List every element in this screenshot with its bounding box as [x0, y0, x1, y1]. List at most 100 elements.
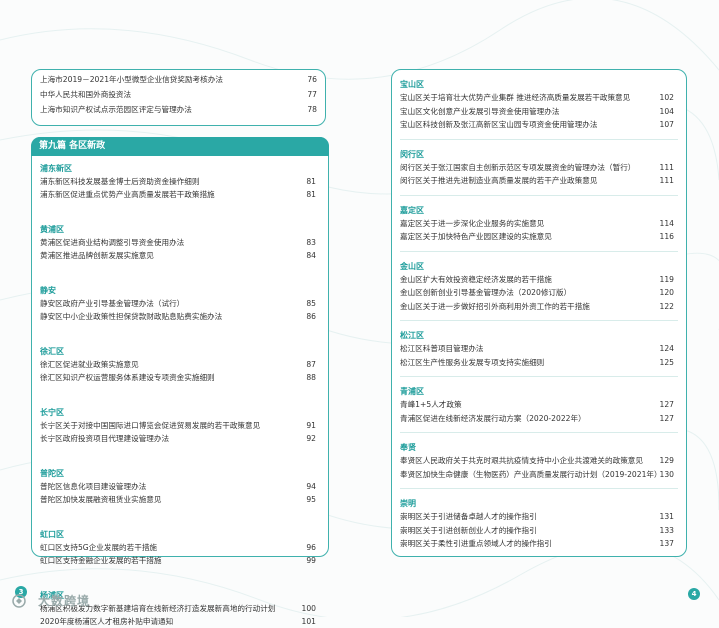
toc-entry-title: 青峰1+5人才政策 [400, 400, 462, 409]
chapter-title: 第九篇 各区新政 [31, 137, 329, 156]
toc-entry-title: 普陀区信息化项目建设管理办法 [40, 482, 147, 491]
district-heading: 长宁区 [40, 408, 64, 417]
toc-entry-title: 静安区政府产业引导基金管理办法（试行） [40, 299, 185, 308]
toc-entry-page: 95 [306, 495, 316, 504]
watermark-text: 大数跨境 [38, 594, 91, 608]
toc-entry-title: 闵行区关于张江国家自主创新示范区专项发展资金的管理办法（暂行） [400, 162, 636, 172]
district-heading: 虹口区 [40, 530, 64, 539]
toc-entry-page: 91 [306, 421, 316, 430]
toc-entry-title: 静安区中小企业政策性担保贷款财政贴息贴费实施办法 [40, 312, 223, 321]
district-heading: 嘉定区 [400, 205, 424, 215]
toc-entry: 长宁区政府投资项目代理建设管理办法 92 [32, 432, 328, 445]
district-heading: 松江区 [400, 331, 424, 340]
toc-entry-page: 84 [306, 251, 316, 260]
toc-entry-title: 浦东新区科技发展基金博士后资助资金操作细则 [40, 177, 200, 186]
toc-entry-page: 122 [659, 301, 675, 311]
toc-entry: 宝山区文化创意产业发展引导资金使用管理办法 104 [392, 105, 686, 118]
toc-entry-page: 119 [659, 274, 675, 284]
toc-entry-page: 83 [306, 238, 316, 247]
toc-entry-page: 116 [659, 232, 675, 241]
toc-entry-title: 中华人民共和国外商投资法 [40, 90, 132, 99]
district-heading: 青浦区 [400, 387, 424, 396]
district-heading: 闵行区 [400, 149, 424, 159]
toc-entry-page: 130 [659, 469, 675, 479]
toc-entry-page: 99 [306, 556, 316, 565]
section-divider [400, 376, 678, 377]
toc-box-districts-left: 第九篇 各区新政 浦东新区 浦东新区科技发展基金博士后资助资金操作细则 81 浦东新区… [31, 137, 329, 626]
toc-entry-page: 104 [659, 106, 675, 116]
district-heading: 奉贤 [400, 443, 416, 452]
toc-entry: 虹口区支持金融企业发展的若干措施 99 [32, 554, 328, 567]
toc-entry-title: 松江区生产性服务业发展专项支持实施细则 [400, 357, 545, 367]
toc-entry-title: 奉贤区加快生命健康（生物医药）产业高质量发展行动计划（2019-2021年） [400, 469, 662, 479]
district-heading: 徐汇区 [40, 347, 64, 356]
toc-entry-page: 131 [659, 512, 675, 521]
toc-box-districts-right: 宝山区 宝山区关于培育壮大优势产业集群 推进经济高质量发展若干政策意见 102 宝山区… [391, 69, 687, 557]
toc-entry-title: 金山区扩大有效投资稳定经济发展的若干措施 [400, 274, 552, 284]
toc-entry-page: 85 [306, 299, 316, 308]
district-heading: 崇明 [400, 499, 416, 508]
toc-entry-page: 78 [307, 105, 317, 114]
toc-entry-title: 徐汇区促进就业政策实施意见 [40, 360, 139, 369]
toc-entry: 奉贤区人民政府关于共克时艰共抗疫情支持中小企业共渡难关的政策意见 129 [392, 454, 686, 467]
toc-entry-page: 87 [306, 360, 316, 369]
toc-entry: 闵行区关于张江国家自主创新示范区专项发展资金的管理办法（暂行） 111 [392, 161, 686, 174]
toc-entry: 黄浦区推进品牌创新发展实施意见 84 [32, 249, 328, 262]
toc-entry-title: 闵行区关于推进先进制造业高质量发展的若干产业政策意见 [400, 176, 598, 185]
section-divider [400, 250, 678, 252]
toc-entry-title: 崇明区关于引进创新创业人才的操作指引 [400, 525, 537, 535]
toc-entry: 嘉定区关于加快特色产业园区建设的实施意见 116 [392, 230, 686, 243]
toc-entry-page: 127 [659, 413, 675, 423]
section-divider [400, 194, 678, 196]
toc-entry: 松江区科普项目管理办法 124 [392, 342, 686, 355]
toc-entry-page: 120 [659, 288, 675, 297]
toc-entry-title: 松江区科普项目管理办法 [400, 344, 484, 353]
page-number-right: 4 [688, 588, 700, 600]
section-divider [400, 138, 678, 140]
district-heading: 浦东新区 [40, 164, 72, 173]
toc-entry-page: 125 [659, 357, 675, 367]
toc-entry-title: 长宁区关于对接中国国际进口博览会促进贸易发展的若干政策意见 [40, 421, 261, 430]
toc-entry: 宝山区科技创新及张江高新区宝山园专项资金使用管理办法 107 [392, 118, 686, 131]
toc-entry: 崇明区关于引进储备卓越人才的操作指引 131 [392, 510, 686, 523]
toc-entry-title: 宝山区文化创意产业发展引导资金使用管理办法 [400, 106, 560, 116]
section-divider [400, 488, 678, 489]
toc-entry-title: 长宁区政府投资项目代理建设管理办法 [40, 434, 170, 443]
toc-entry-page: 76 [307, 75, 317, 84]
toc-entry-title: 崇明区关于引进储备卓越人才的操作指引 [400, 512, 537, 521]
toc-box-financial: 上海市2019－2021年小型微型企业信贷奖励考核办法 76 中华人民共和国外商投资… [31, 69, 326, 126]
toc-entry: 崇明区关于柔性引进重点领域人才的操作指引 137 [392, 537, 686, 550]
toc-entry: 中华人民共和国外商投资法 77 [32, 88, 325, 101]
toc-entry-page: 92 [306, 434, 316, 443]
district-heading: 静安 [40, 286, 56, 295]
toc-entry-title: 金山区创新创业引导基金管理办法（2020修订版） [400, 288, 572, 297]
toc-entry: 普陀区信息化项目建设管理办法 94 [32, 480, 328, 493]
toc-entry: 长宁区关于对接中国国际进口博览会促进贸易发展的若干政策意见 91 [32, 419, 328, 432]
toc-entry-title: 嘉定区关于加快特色产业园区建设的实施意见 [400, 232, 552, 241]
toc-entry: 浦东新区促进重点优势产业高质量发展若干政策措施 81 [32, 188, 328, 201]
toc-entry: 金山区扩大有效投资稳定经济发展的若干措施 119 [392, 273, 686, 286]
toc-entry-page: 81 [306, 190, 316, 199]
toc-entry-page: 114 [659, 218, 675, 228]
toc-entry-title: 黄浦区促进商业结构调整引导资金使用办法 [40, 238, 185, 247]
section-divider [400, 432, 678, 433]
toc-entry: 静安区政府产业引导基金管理办法（试行） 85 [32, 297, 328, 310]
toc-entry: 普陀区加快发展融资租赁业实施意见 95 [32, 493, 328, 506]
toc-entry-title: 黄浦区推进品牌创新发展实施意见 [40, 251, 154, 260]
toc-entry: 闵行区关于推进先进制造业高质量发展的若干产业政策意见 111 [392, 174, 686, 187]
toc-entry-title: 普陀区加快发展融资租赁业实施意见 [40, 495, 162, 504]
toc-entry-page: 94 [306, 482, 316, 491]
toc-entry: 静安区中小企业政策性担保贷款财政贴息贴费实施办法 86 [32, 310, 328, 323]
watermark-logo-icon [12, 594, 26, 608]
toc-entry-title: 上海市2019－2021年小型微型企业信贷奖励考核办法 [40, 75, 223, 84]
toc-entry-page: 124 [659, 344, 675, 353]
toc-entry-title: 宝山区科技创新及张江高新区宝山园专项资金使用管理办法 [400, 120, 598, 129]
toc-entry-page: 100 [301, 604, 317, 613]
toc-entry-page: 86 [306, 312, 316, 321]
toc-entry: 金山区创新创业引导基金管理办法（2020修订版） 120 [392, 286, 686, 299]
section-divider [400, 320, 678, 321]
toc-entry-title: 宝山区关于培育壮大优势产业集群 推进经济高质量发展若干政策意见 [400, 93, 631, 102]
toc-entry: 崇明区关于引进创新创业人才的操作指引 133 [392, 524, 686, 537]
district-heading: 宝山区 [400, 80, 424, 89]
toc-entry-page: 81 [306, 177, 316, 186]
